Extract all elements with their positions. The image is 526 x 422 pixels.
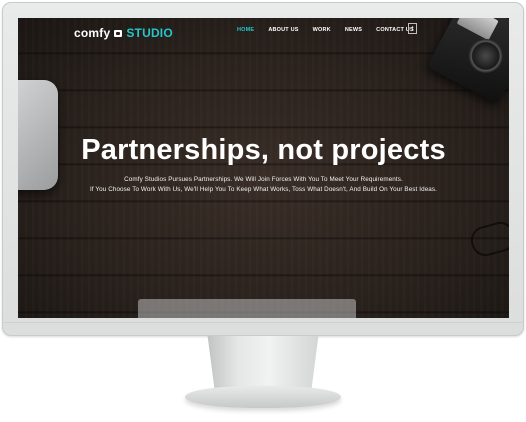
hero-subtext-2: If You Choose To Work With Us, We'll Hel… xyxy=(89,186,438,193)
main-nav: HOME ABOUT US WORK NEWS CONTACT US xyxy=(237,27,428,33)
logo-text: comfy xyxy=(74,26,111,40)
hero-subtext-1: Comfy Studios Pursues Partnerships. We W… xyxy=(124,176,403,183)
bottom-panel xyxy=(138,299,356,318)
camera-lens xyxy=(462,32,509,79)
hero-headline: Partnerships, not projects xyxy=(81,134,446,166)
monitor-stand-base xyxy=(185,386,341,408)
logo-studio-text: STUDIO xyxy=(126,26,173,40)
nav-news[interactable]: NEWS xyxy=(345,27,362,33)
glasses-decoration xyxy=(467,218,509,260)
facebook-icon[interactable]: f xyxy=(408,23,417,34)
logo-mark-icon xyxy=(114,29,123,37)
site-logo[interactable]: comfy STUDIO xyxy=(74,25,173,41)
nav-work[interactable]: WORK xyxy=(313,27,331,33)
monitor-chin xyxy=(2,322,524,323)
nav-about-us[interactable]: ABOUT US xyxy=(268,27,298,33)
nav-home[interactable]: HOME xyxy=(237,27,254,33)
camera-decoration xyxy=(426,18,509,105)
screen: comfy STUDIO HOME ABOUT US WORK NEWS CON… xyxy=(18,18,509,318)
camera-plate xyxy=(456,18,499,41)
